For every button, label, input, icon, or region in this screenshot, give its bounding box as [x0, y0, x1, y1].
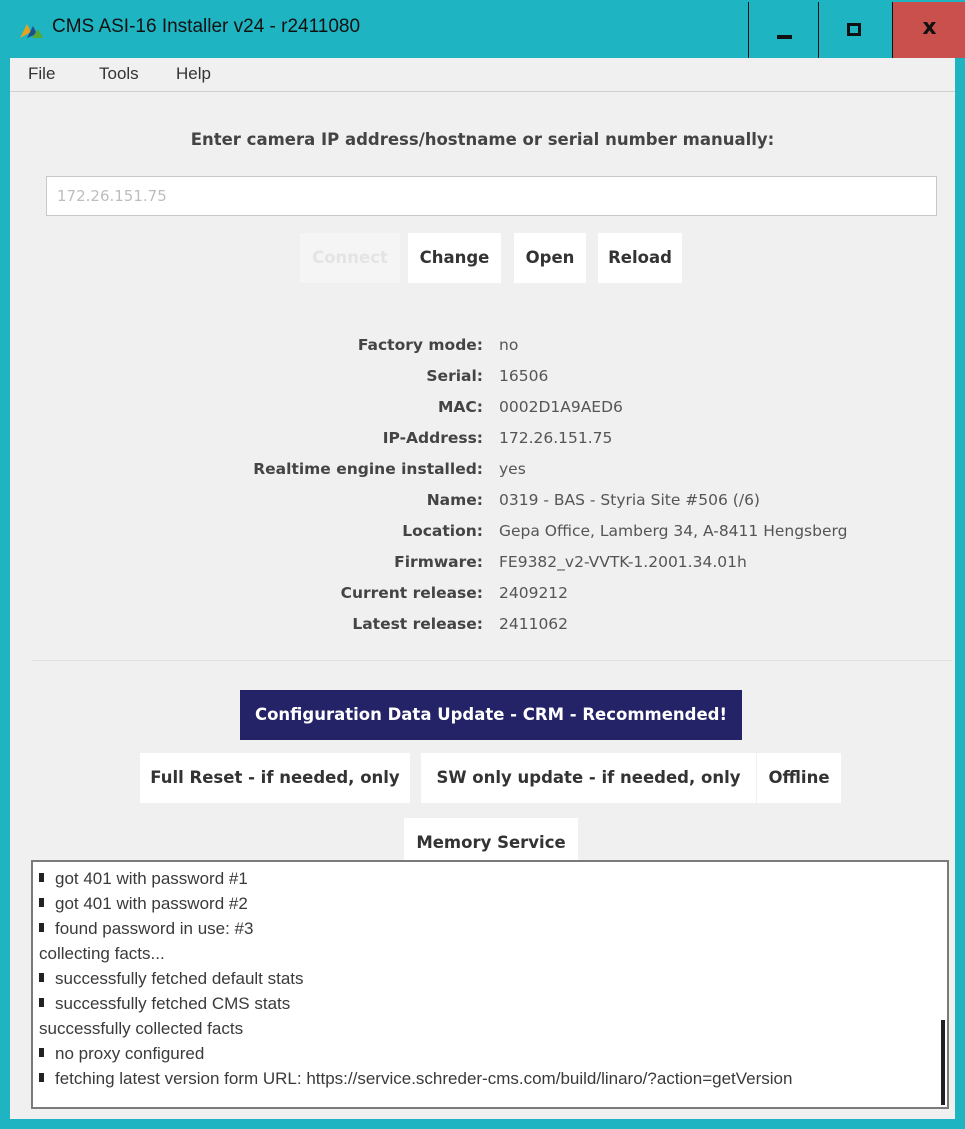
address-input[interactable]: 172.26.151.75 — [46, 176, 937, 216]
minimize-button[interactable] — [748, 2, 818, 58]
bullet-icon — [39, 873, 44, 882]
info-value-realtime-engine: yes — [499, 460, 526, 478]
info-key-factory-mode: Factory mode: — [357, 336, 483, 354]
info-key-firmware: Firmware: — [394, 553, 483, 571]
info-value-factory-mode: no — [499, 336, 519, 354]
change-button[interactable]: Change — [408, 233, 501, 283]
menu-bar: File Tools Help — [10, 58, 955, 92]
bullet-icon — [39, 973, 44, 982]
menu-file[interactable]: File — [28, 64, 55, 84]
app-logo-icon — [20, 24, 43, 38]
connect-button[interactable]: Connect — [300, 233, 400, 283]
title-bar[interactable]: CMS ASI-16 Installer v24 - r2411080 x — [0, 0, 965, 58]
log-scrollbar[interactable] — [941, 1020, 945, 1105]
minimize-icon — [777, 35, 792, 39]
info-key-mac: MAC: — [438, 398, 483, 416]
bullet-icon — [39, 923, 44, 932]
menu-help[interactable]: Help — [176, 64, 211, 84]
address-prompt-label: Enter camera IP address/hostname or seri… — [190, 130, 775, 149]
info-key-serial: Serial: — [426, 367, 483, 385]
info-key-location: Location: — [402, 522, 483, 540]
bullet-icon — [39, 998, 44, 1007]
reload-button[interactable]: Reload — [598, 233, 682, 283]
sw-update-button[interactable]: SW only update - if needed, only — [421, 753, 756, 803]
info-value-latest-release: 2411062 — [499, 615, 569, 633]
info-value-ip-address: 172.26.151.75 — [499, 429, 613, 447]
info-key-current-release: Current release: — [340, 584, 483, 602]
info-key-realtime-engine: Realtime engine installed: — [253, 460, 483, 478]
menu-tools[interactable]: Tools — [99, 64, 139, 84]
maximize-icon — [847, 23, 861, 36]
bullet-icon — [39, 1048, 44, 1057]
open-button[interactable]: Open — [514, 233, 586, 283]
log-line: got 401 with password #2 — [39, 894, 248, 914]
log-line: fetching latest version form URL: https:… — [39, 1069, 792, 1089]
info-value-mac: 0002D1A9AED6 — [499, 398, 623, 416]
close-button[interactable]: x — [892, 2, 965, 58]
log-line: no proxy configured — [39, 1044, 204, 1064]
log-line: found password in use: #3 — [39, 919, 253, 939]
offline-button[interactable]: Offline — [757, 753, 841, 803]
log-line: successfully collected facts — [39, 1019, 244, 1038]
close-icon: x — [922, 15, 937, 40]
log-output[interactable]: got 401 with password #1 got 401 with pa… — [31, 860, 949, 1109]
info-value-firmware: FE9382_v2-VVTK-1.2001.34.01h — [499, 553, 747, 571]
info-value-current-release: 2409212 — [499, 584, 569, 602]
installer-window: CMS ASI-16 Installer v24 - r2411080 x Fi… — [0, 0, 965, 1129]
log-line: got 401 with password #1 — [39, 869, 248, 889]
log-line: successfully fetched CMS stats — [39, 994, 290, 1014]
full-reset-button[interactable]: Full Reset - if needed, only — [140, 753, 410, 803]
section-divider — [32, 660, 952, 661]
info-key-ip-address: IP-Address: — [382, 429, 483, 447]
info-value-serial: 16506 — [499, 367, 549, 385]
info-key-latest-release: Latest release: — [352, 615, 483, 633]
info-value-name: 0319 - BAS - Styria Site #506 (/6) — [499, 491, 760, 509]
info-key-name: Name: — [426, 491, 483, 509]
config-update-button[interactable]: Configuration Data Update - CRM - Recomm… — [240, 690, 742, 740]
maximize-button[interactable] — [818, 2, 888, 58]
log-line: collecting facts... — [39, 944, 165, 963]
info-value-location: Gepa Office, Lamberg 34, A-8411 Hengsber… — [499, 522, 848, 540]
bullet-icon — [39, 1073, 44, 1082]
log-line: successfully fetched default stats — [39, 969, 304, 989]
main-content: Enter camera IP address/hostname or seri… — [10, 92, 955, 1119]
window-title: CMS ASI-16 Installer v24 - r2411080 — [52, 16, 361, 37]
bullet-icon — [39, 898, 44, 907]
